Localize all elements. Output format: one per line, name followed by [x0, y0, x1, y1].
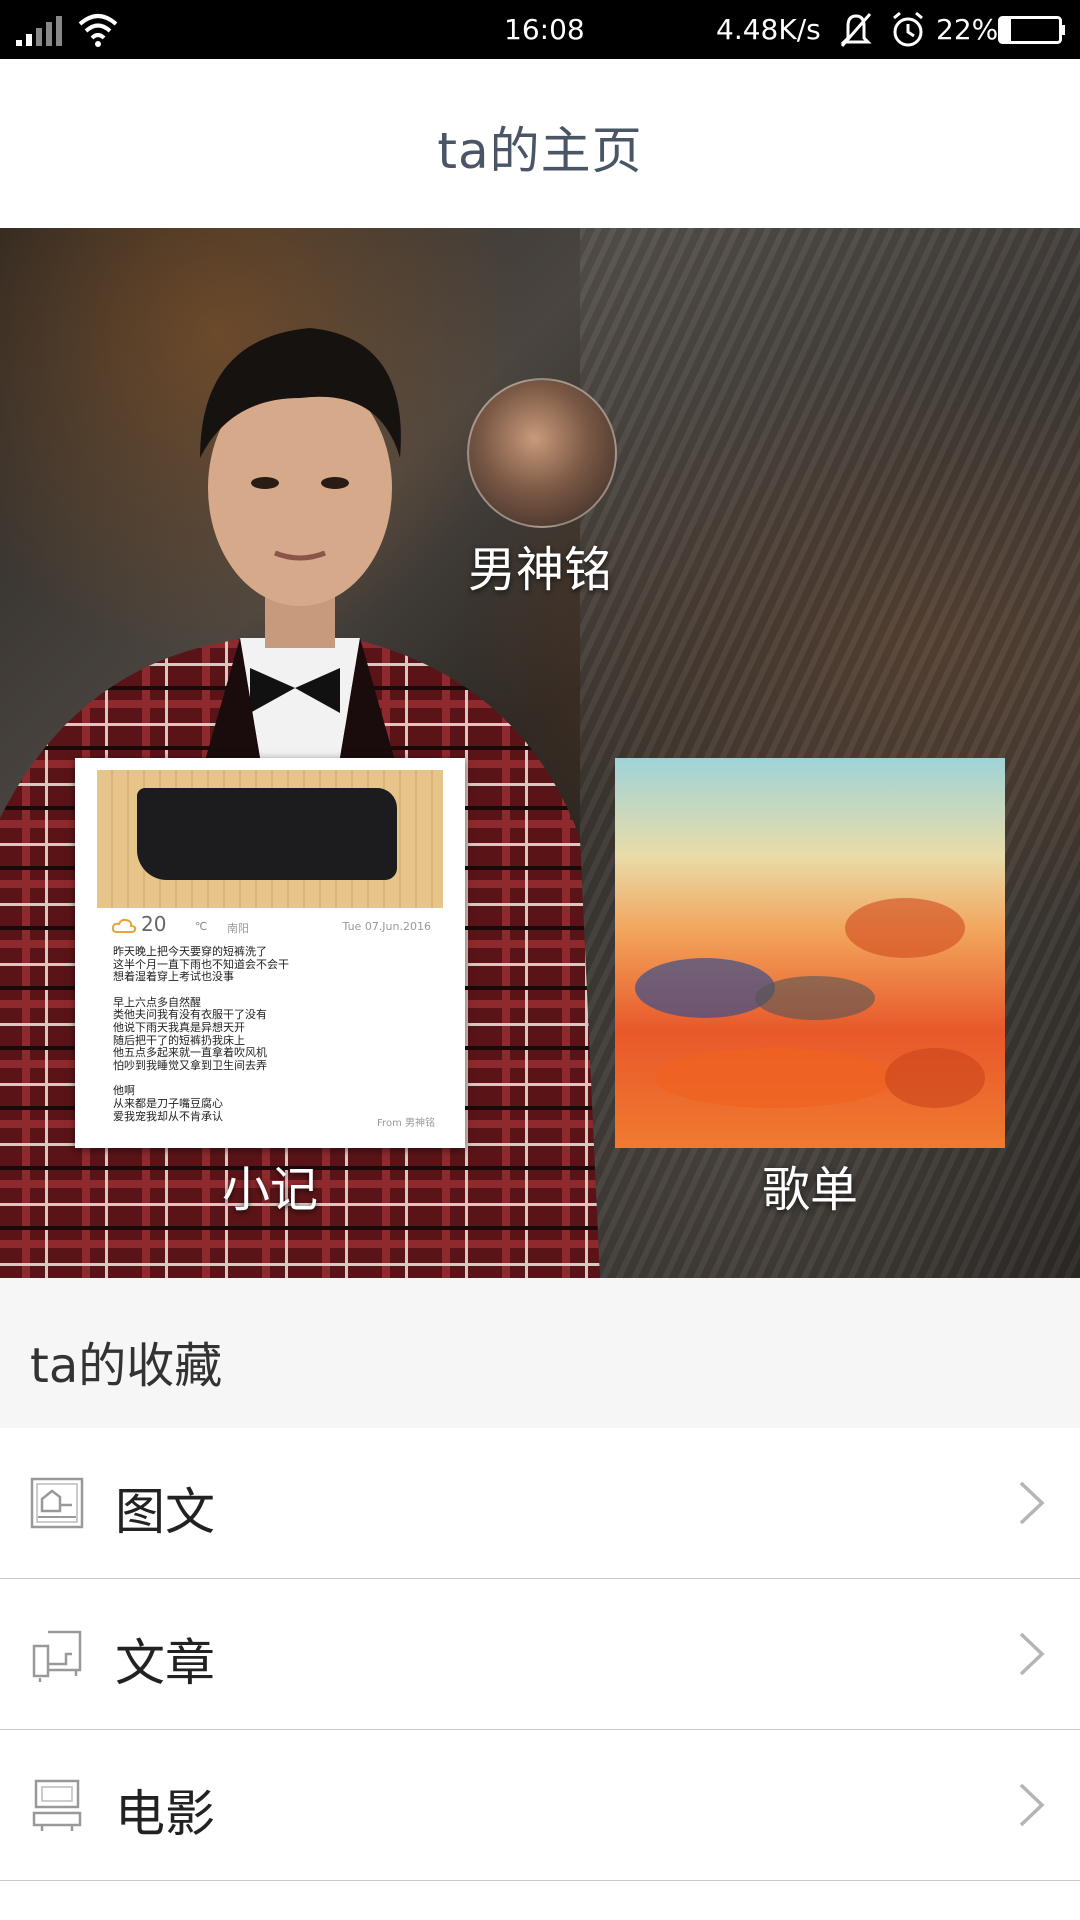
network-speed: 4.48K/s: [716, 13, 821, 46]
note-line: 昨天晚上把今天要穿的短裤洗了: [113, 945, 267, 958]
note-paragraph: 早上六点多自然醒 类他夫问我有没有衣服干了没有 他说下雨天我真是异想天开 随后把…: [113, 996, 433, 1073]
favorites-item-label: 电影: [115, 1785, 215, 1843]
favorites-item-movie[interactable]: 电影: [0, 1730, 1080, 1881]
note-line: 想着湿着穿上考试也没事: [113, 970, 234, 984]
chevron-right-icon: [1019, 1481, 1045, 1525]
favorites-section-header: ta的收藏: [0, 1278, 1080, 1428]
note-photo-shorts: [137, 788, 397, 880]
profile-hero: 男神铭 20 ℃ 南阳 Tue 07.Jun.2016 昨天晚上把今天要穿的短裤…: [0, 228, 1080, 1278]
wifi-icon: [78, 14, 118, 47]
songlist-cover-art: [615, 758, 1005, 1148]
status-bar: 16:08 4.48K/s 22%: [0, 0, 1080, 59]
note-signature: From 男神铭: [377, 1118, 435, 1129]
note-line: 他五点多起来就一直拿着吹风机: [113, 1046, 267, 1060]
favorites-item-label: 文章: [115, 1634, 215, 1692]
note-temperature: 20: [141, 912, 167, 936]
favorites-item-label: 图文: [115, 1483, 215, 1541]
favorites-title: ta的收藏: [30, 1338, 223, 1394]
note-weather-row: 20 ℃ 南阳 Tue 07.Jun.2016: [111, 912, 431, 938]
mute-icon: [840, 13, 872, 47]
note-temperature-unit: ℃: [195, 920, 208, 933]
favorites-item-image-text[interactable]: 图文: [0, 1428, 1080, 1579]
battery-percent: 22%: [936, 13, 999, 46]
app-header: ta的主页: [0, 59, 1080, 228]
profile-name: 男神铭: [467, 542, 612, 598]
signal-icon: [16, 16, 62, 46]
note-body: 昨天晚上把今天要穿的短裤洗了 这半个月一直下雨也不知道会不会干 想着湿着穿上考试…: [113, 945, 433, 1136]
songlist-card-label: 歌单: [761, 1162, 858, 1218]
note-card[interactable]: 20 ℃ 南阳 Tue 07.Jun.2016 昨天晚上把今天要穿的短裤洗了 这…: [75, 758, 465, 1148]
page-title: ta的主页: [437, 122, 643, 180]
chevron-right-icon: [1019, 1783, 1045, 1827]
cloud-icon: [111, 918, 137, 933]
favorites-item-article[interactable]: 文章: [0, 1579, 1080, 1730]
battery-icon: [998, 16, 1065, 44]
clock-time: 16:08: [504, 13, 585, 46]
note-photo: [97, 770, 443, 908]
note-date: Tue 07.Jun.2016: [342, 920, 431, 933]
songlist-card[interactable]: [615, 758, 1005, 1148]
movie-icon: [32, 1779, 82, 1831]
image-text-icon: [30, 1477, 84, 1529]
article-icon: [32, 1630, 82, 1682]
note-line: 他说下雨天我真是异想天开: [113, 1020, 245, 1034]
alarm-icon: [893, 11, 923, 47]
note-paragraph: 昨天晚上把今天要穿的短裤洗了 这半个月一直下雨也不知道会不会干 想着湿着穿上考试…: [113, 945, 433, 984]
note-card-label: 小记: [221, 1162, 318, 1218]
note-line: 从来都是刀子嘴豆腐心: [113, 1096, 223, 1110]
profile-avatar[interactable]: [467, 378, 617, 528]
note-city: 南阳: [227, 922, 249, 935]
chevron-right-icon: [1019, 1632, 1045, 1676]
note-line: 怕吵到我睡觉又拿到卫生间去弄: [113, 1058, 267, 1072]
